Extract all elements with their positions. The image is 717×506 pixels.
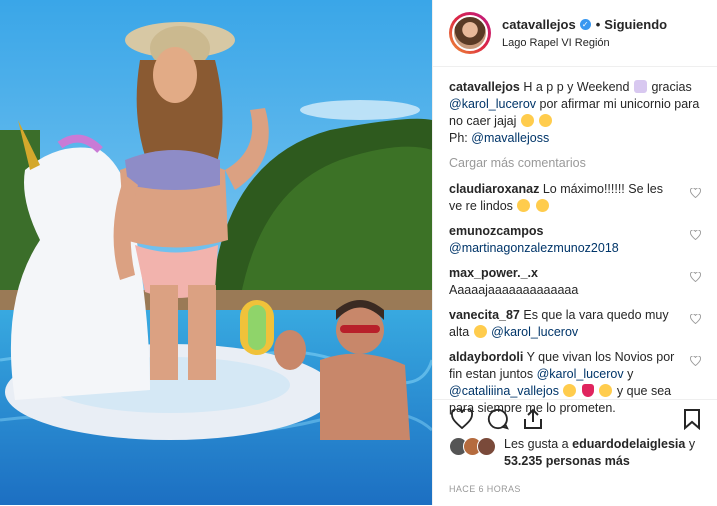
- header-username[interactable]: catavallejos: [502, 17, 576, 32]
- separator-dot: •: [595, 17, 601, 32]
- like-comment-heart-icon[interactable]: [690, 314, 701, 324]
- comment-mention[interactable]: @martinagonzalezmunoz2018: [449, 241, 619, 255]
- heart-eyes-emoji-icon: [599, 384, 613, 397]
- heart-eyes-emoji-icon: [563, 384, 577, 397]
- location-link[interactable]: Lago Rapel VI Región: [502, 37, 667, 49]
- comments-area: catavallejos H a p p y Weekend gracias @…: [433, 67, 717, 417]
- likes-summary: Les gusta a eduardodelaiglesia y 53.235 …: [433, 434, 717, 470]
- caption-username[interactable]: catavallejos: [449, 80, 520, 94]
- post-actions: Les gusta a eduardodelaiglesia y 53.235 …: [433, 399, 717, 506]
- caption-mention-2[interactable]: @mavallejoss: [471, 131, 549, 145]
- caption-mention-1[interactable]: @karol_lucerov: [449, 97, 536, 111]
- caption-text-4: Ph:: [449, 131, 468, 145]
- comment-item: claudiaroxanaz Lo máximo!!!!!! Se les ve…: [449, 181, 701, 215]
- like-comment-heart-icon[interactable]: [690, 272, 701, 282]
- likes-connector: y: [688, 437, 696, 451]
- likes-count[interactable]: 53.235 personas más: [504, 454, 630, 468]
- avatar[interactable]: [449, 12, 491, 54]
- comment-text: Aaaaajaaaaaaaaaaaaa: [449, 283, 579, 297]
- header-info: catavallejos ✓ • Siguiendo Lago Rapel VI…: [502, 17, 667, 49]
- laughing-emoji-icon: [473, 325, 487, 338]
- like-comment-heart-icon[interactable]: [690, 230, 701, 240]
- heart-eyes-emoji-icon: [535, 199, 549, 212]
- bookmark-icon[interactable]: [683, 408, 701, 430]
- like-heart-icon[interactable]: [451, 409, 473, 429]
- post-header: catavallejos ✓ • Siguiendo Lago Rapel VI…: [433, 0, 717, 67]
- red-heart-emoji-icon: [581, 384, 594, 397]
- tongue-emoji-icon: [520, 114, 534, 127]
- liker-avatar[interactable]: [477, 437, 496, 456]
- heart-eyes-emoji-icon: [517, 199, 531, 212]
- caption-text-2: gracias: [651, 80, 692, 94]
- comment-mention[interactable]: @karol_lucerov: [491, 325, 578, 339]
- unicorn-emoji-icon: [633, 80, 647, 93]
- verified-badge-icon: ✓: [579, 19, 591, 30]
- header-row: catavallejos ✓ • Siguiendo: [502, 17, 667, 32]
- comment-item: emunozcampos @martinagonzalezmunoz2018: [449, 223, 701, 257]
- likes-prefix: Les gusta a: [504, 437, 569, 451]
- instagram-post: catavallejos ✓ • Siguiendo Lago Rapel VI…: [0, 0, 717, 505]
- post-sidebar: catavallejos ✓ • Siguiendo Lago Rapel VI…: [432, 0, 717, 505]
- laughing-emoji-icon: [539, 114, 553, 127]
- load-more-comments-button[interactable]: Cargar más comentarios: [449, 155, 701, 172]
- comment-mention[interactable]: @karol_lucerov: [537, 367, 624, 381]
- action-icons: [433, 400, 717, 434]
- share-icon[interactable]: [523, 408, 543, 430]
- comment-username[interactable]: emunozcampos: [449, 224, 543, 238]
- caption-text-1: H a p p y Weekend: [523, 80, 630, 94]
- comment-username[interactable]: claudiaroxanaz: [449, 182, 539, 196]
- likes-text: Les gusta a eduardodelaiglesia y 53.235 …: [504, 436, 701, 470]
- post-photo[interactable]: [0, 0, 432, 505]
- comment-item: max_power._.x Aaaaajaaaaaaaaaaaaa: [449, 265, 701, 299]
- comment-bubble-icon[interactable]: [487, 408, 509, 430]
- comment-username[interactable]: vanecita_87: [449, 308, 520, 322]
- post-timestamp[interactable]: HACE 6 HORAS: [433, 470, 717, 494]
- comment-text: y: [627, 367, 634, 381]
- like-comment-heart-icon[interactable]: [690, 356, 701, 366]
- comment-username[interactable]: max_power._.x: [449, 266, 538, 280]
- follow-status-button[interactable]: Siguiendo: [604, 17, 667, 32]
- unicorn-float-photo: [0, 0, 432, 505]
- liker-avatars: [449, 437, 496, 456]
- likes-user[interactable]: eduardodelaiglesia: [572, 437, 685, 451]
- comment-mention[interactable]: @cataliiina_vallejos: [449, 384, 559, 398]
- avatar-image: [452, 15, 488, 51]
- like-comment-heart-icon[interactable]: [690, 188, 701, 198]
- comment-item: vanecita_87 Es que la vara quedo muy alt…: [449, 307, 701, 341]
- comment-username[interactable]: aldaybordoli: [449, 350, 523, 364]
- caption: catavallejos H a p p y Weekend gracias @…: [449, 79, 701, 147]
